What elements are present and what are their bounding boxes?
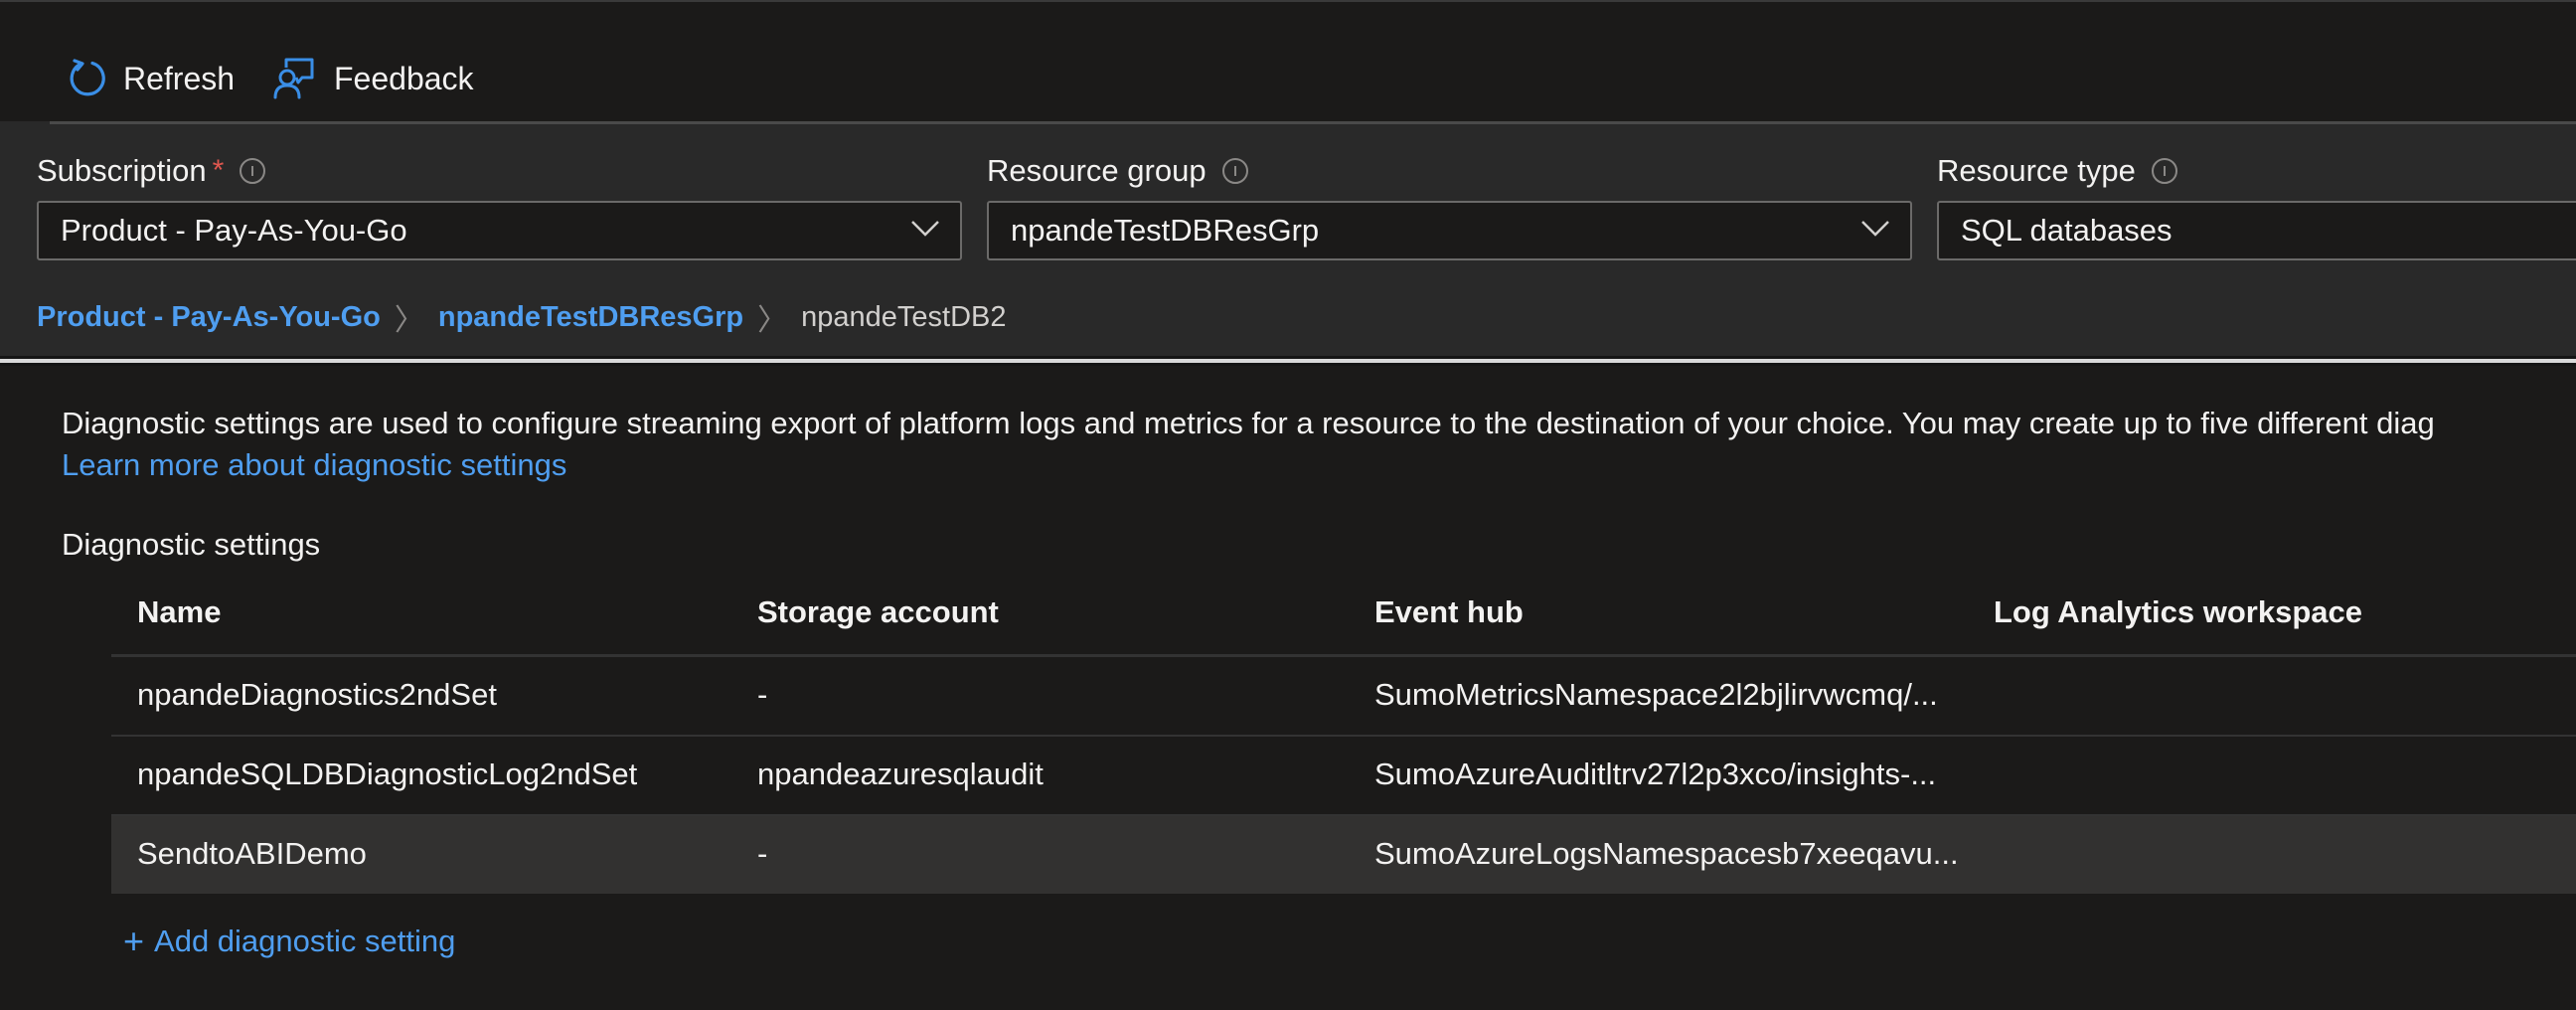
section-divider [0,356,2576,366]
table-row-selected[interactable]: SendtoABIDemo - SumoAzureLogsNamespacesb… [111,816,2576,894]
cell-storage-account: npandeazuresqlaudit [757,757,1044,791]
description-text: Diagnostic settings are used to configur… [62,406,2435,440]
diagnostic-settings-table: Name Storage account Event hub Log Analy… [111,577,2576,894]
resource-type-field: Resource type SQL databases [1937,151,2576,260]
cell-storage-account: - [757,677,768,712]
cell-storage-account: - [757,836,768,871]
feedback-person-icon [272,56,320,101]
cell-event-hub: SumoMetricsNamespace2l2bjlirvwcmq/... [1374,677,1938,712]
section-title: Diagnostic settings [62,527,321,562]
chevron-down-icon [1860,220,1890,243]
breadcrumb-subscription[interactable]: Product - Pay-As-You-Go [37,301,381,334]
cell-event-hub: SumoAzureLogsNamespacesb7xeeqavu... [1374,836,1959,871]
info-icon[interactable] [1221,158,1248,184]
feedback-label: Feedback [334,60,474,96]
resource-type-dropdown[interactable]: SQL databases [1937,201,2576,260]
column-header-log-analytics: Log Analytics workspace [1994,594,2362,629]
add-diagnostic-setting-button[interactable]: + Add diagnostic setting [123,921,455,962]
add-diagnostic-setting-label: Add diagnostic setting [154,924,456,958]
breadcrumb-resource-group[interactable]: npandeTestDBResGrp [438,301,743,334]
resource-type-label: Resource type [1937,153,2136,188]
breadcrumb-resource: npandeTestDB2 [801,300,1007,333]
filter-panel: Subscription * Product - Pay-As-You-Go R… [0,121,2576,356]
table-header: Name Storage account Event hub Log Analy… [111,577,2576,657]
refresh-button[interactable]: Refresh [66,54,235,103]
column-header-storage-account: Storage account [757,594,999,629]
subscription-value: Product - Pay-As-You-Go [61,213,407,248]
info-icon[interactable] [2151,158,2177,184]
column-header-name: Name [137,594,222,629]
feedback-button[interactable]: Feedback [272,54,474,103]
info-icon[interactable] [240,158,266,184]
chevron-down-icon [910,220,940,243]
cell-name[interactable]: npandeDiagnostics2ndSet [137,677,497,713]
resource-group-field: Resource group npandeTestDBResGrp [987,151,1912,260]
cell-name[interactable]: SendtoABIDemo [137,836,367,872]
breadcrumb: Product - Pay-As-You-Go 〉 npandeTestDBRe… [37,295,1006,339]
subscription-field: Subscription * Product - Pay-As-You-Go [37,151,962,260]
plus-icon: + [123,921,145,961]
resource-type-value: SQL databases [1961,213,2173,248]
required-asterisk: * [212,154,225,187]
table-row[interactable]: npandeDiagnostics2ndSet - SumoMetricsNam… [111,657,2576,737]
table-row[interactable]: npandeSQLDBDiagnosticLog2ndSet npandeazu… [111,737,2576,816]
cell-event-hub: SumoAzureAuditltrv27l2p3xco/insights-... [1374,757,1937,791]
refresh-icon [66,57,109,100]
cell-name[interactable]: npandeSQLDBDiagnosticLog2ndSet [137,757,637,792]
breadcrumb-separator-icon: 〉 [757,304,788,337]
learn-more-link[interactable]: Learn more about diagnostic settings [62,447,566,483]
breadcrumb-separator-icon: 〉 [394,304,424,337]
panel-border [50,121,2576,124]
command-bar: Refresh Feedback [0,0,2576,121]
resource-group-dropdown[interactable]: npandeTestDBResGrp [987,201,1912,260]
subscription-label: Subscription [37,153,207,188]
column-header-event-hub: Event hub [1374,594,1524,629]
subscription-dropdown[interactable]: Product - Pay-As-You-Go [37,201,962,260]
resource-group-value: npandeTestDBResGrp [1011,213,1320,248]
refresh-label: Refresh [123,60,236,96]
resource-group-label: Resource group [987,153,1207,188]
